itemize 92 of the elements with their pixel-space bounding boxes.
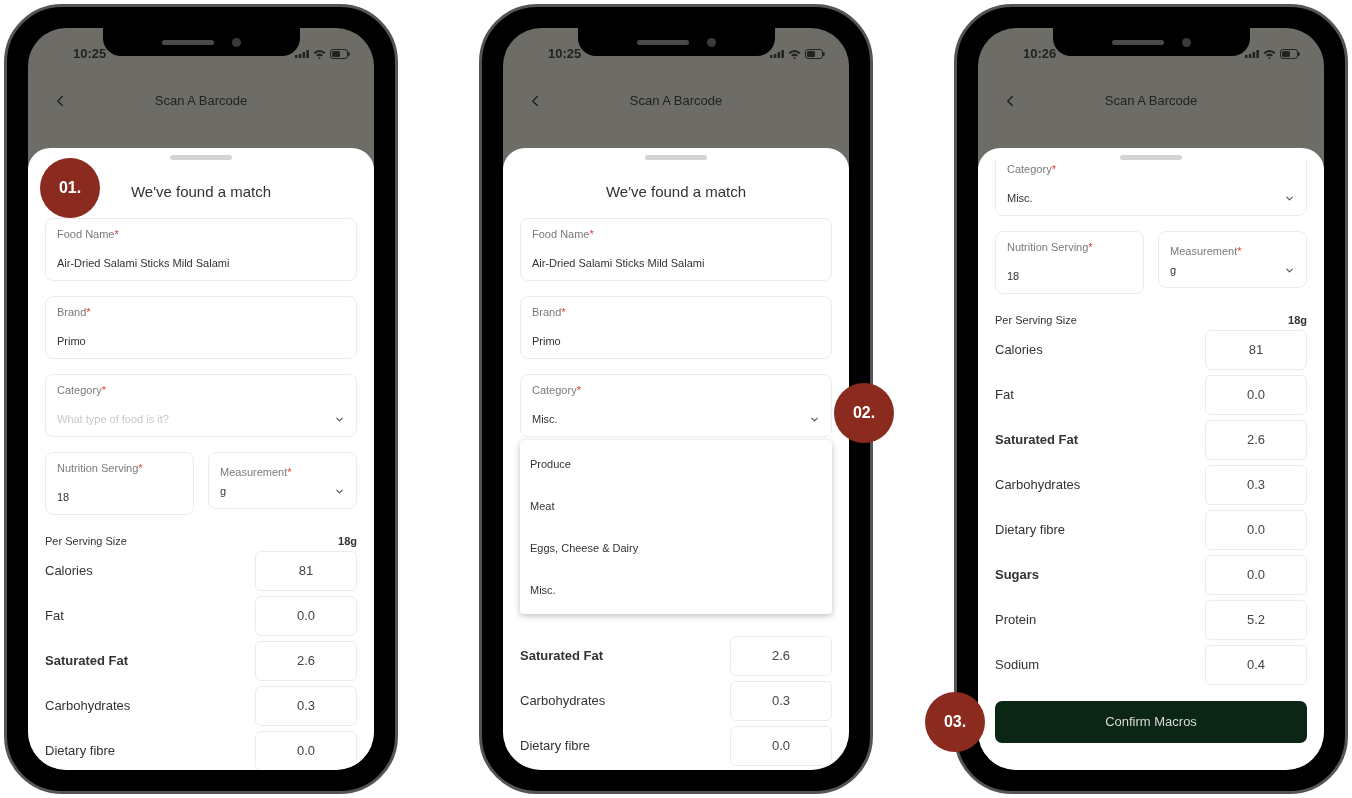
field-label: Nutrition Serving* xyxy=(1007,240,1094,254)
input-field[interactable]: Nutrition Serving* 18 xyxy=(45,452,194,515)
serving-label: Per Serving Size xyxy=(45,533,127,549)
wifi-icon xyxy=(788,49,801,59)
field-value: g xyxy=(1170,263,1177,277)
sheet-title: We've found a match xyxy=(605,182,747,202)
sheet-title: We've found a match xyxy=(130,182,272,202)
nutrient-label: Dietary fibre xyxy=(995,521,1066,540)
field-value: Primo xyxy=(57,334,86,348)
nutrient-label: Saturated Fat xyxy=(995,431,1079,450)
field-label: Nutrition Serving* xyxy=(57,461,144,475)
header-title: Scan A Barcode xyxy=(154,92,248,111)
wifi-icon xyxy=(1263,49,1276,59)
nutrient-input[interactable]: 0.0 xyxy=(1205,510,1307,550)
serving-label: Per Serving Size xyxy=(995,312,1077,328)
field-label: Category* xyxy=(57,383,107,397)
nutrient-input[interactable]: 0.3 xyxy=(255,686,357,726)
input-field[interactable]: Food Name* Air-Dried Salami Sticks Mild Salami xyxy=(520,218,832,281)
field-label: Brand* xyxy=(532,305,567,319)
nutrient-label: Carbohydrates xyxy=(995,476,1081,495)
nutrient-input[interactable]: 0.0 xyxy=(730,726,832,766)
dropdown-option[interactable]: Eggs, Cheese & Dairy xyxy=(520,527,832,569)
status-time: 10:25 xyxy=(73,45,107,64)
nutrient-input[interactable]: 0.3 xyxy=(730,681,832,721)
field-label: Food Name* xyxy=(532,227,595,241)
nutrient-label: Dietary fibre xyxy=(45,742,116,761)
wifi-icon xyxy=(313,49,326,59)
dropdown-option[interactable]: Meat xyxy=(520,485,832,527)
field-label: Food Name* xyxy=(57,227,120,241)
header-title: Scan A Barcode xyxy=(629,92,723,111)
nutrient-input[interactable]: 2.6 xyxy=(730,636,832,676)
nutrient-label: Saturated Fat xyxy=(520,647,604,666)
confirm-button[interactable]: Confirm Macros xyxy=(995,701,1307,743)
field-label: Measurement* xyxy=(1170,244,1243,258)
nutrient-label: Calories xyxy=(45,562,93,581)
nutrient-label: Sodium xyxy=(995,656,1040,675)
battery-icon xyxy=(1280,49,1300,59)
field-value: 18 xyxy=(1007,269,1020,283)
nutrient-label: Fat xyxy=(45,607,64,626)
sheet-handle[interactable] xyxy=(645,155,707,160)
signal-icon xyxy=(1245,50,1259,58)
status-time: 10:26 xyxy=(1023,45,1057,64)
step-badge: 03. xyxy=(925,692,985,752)
nutrient-label: Protein xyxy=(995,611,1037,630)
field-value: g xyxy=(220,484,227,498)
nutrient-label: Dietary fibre xyxy=(520,737,591,756)
dropdown-option[interactable]: Produce xyxy=(520,443,832,485)
battery-icon xyxy=(805,49,825,59)
field-value: Air-Dried Salami Sticks Mild Salami xyxy=(57,256,230,270)
field-label: Category* xyxy=(532,383,582,397)
field-value: Misc. xyxy=(1007,191,1033,205)
field-label: Brand* xyxy=(57,305,92,319)
sheet-handle[interactable] xyxy=(1120,155,1182,160)
nutrient-input[interactable]: 81 xyxy=(1205,330,1307,370)
nutrient-input[interactable]: 81 xyxy=(255,551,357,591)
nutrient-label: Fat xyxy=(995,386,1014,405)
nutrient-input[interactable]: 0.0 xyxy=(255,596,357,636)
select-field[interactable]: Category* Misc. xyxy=(520,374,832,437)
field-value: Primo xyxy=(532,334,561,348)
nutrient-input[interactable]: 0.4 xyxy=(1205,645,1307,685)
input-field[interactable]: Food Name* Air-Dried Salami Sticks Mild Salami xyxy=(45,218,357,281)
nutrient-label: Carbohydrates xyxy=(45,697,131,716)
nutrient-label: Sugars xyxy=(995,566,1040,585)
nutrient-input[interactable]: 2.6 xyxy=(1205,420,1307,460)
nutrient-label: Saturated Fat xyxy=(45,652,129,671)
nutrient-input[interactable]: 5.2 xyxy=(1205,600,1307,640)
input-field[interactable]: Brand* Primo xyxy=(45,296,357,359)
field-label: Category* xyxy=(1007,162,1057,176)
field-value: 18 xyxy=(57,490,70,504)
nutrient-label: Calories xyxy=(995,341,1043,360)
dropdown-option[interactable]: Misc. xyxy=(520,569,832,611)
field-label: Measurement* xyxy=(220,465,293,479)
select-field[interactable]: Category* Misc. xyxy=(995,160,1307,216)
serving-value: 18g xyxy=(1288,312,1307,328)
status-time: 10:25 xyxy=(548,45,582,64)
nutrient-input[interactable]: 2.6 xyxy=(255,641,357,681)
select-field[interactable]: Measurement* g xyxy=(1158,231,1307,288)
serving-value: 18g xyxy=(338,533,357,549)
sheet-handle[interactable] xyxy=(170,155,232,160)
nutrient-input[interactable]: 0.0 xyxy=(1205,555,1307,595)
select-field[interactable]: Measurement* g xyxy=(208,452,357,509)
signal-icon xyxy=(770,50,784,58)
signal-icon xyxy=(295,50,309,58)
nutrient-input[interactable]: 0.0 xyxy=(1205,375,1307,415)
input-field[interactable]: Brand* Primo xyxy=(520,296,832,359)
battery-icon xyxy=(330,49,350,59)
header-title: Scan A Barcode xyxy=(1104,92,1198,111)
field-value: Air-Dried Salami Sticks Mild Salami xyxy=(532,256,705,270)
nutrient-input[interactable]: 0.3 xyxy=(1205,465,1307,505)
input-field[interactable]: Nutrition Serving* 18 xyxy=(995,231,1144,294)
nutrient-label: Carbohydrates xyxy=(520,692,606,711)
field-value: Misc. xyxy=(532,412,558,426)
